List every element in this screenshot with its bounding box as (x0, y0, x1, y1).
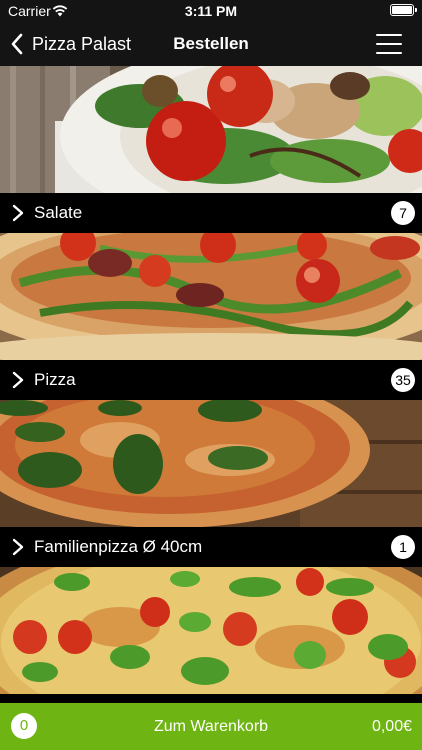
category-item[interactable] (0, 567, 422, 703)
cart-total: 0,00€ (371, 718, 412, 735)
cart-label: Zum Warenkorb (153, 718, 269, 735)
category-bar: Familienpizza Ø 40cm 1 (0, 527, 422, 567)
cart-count-badge: 0 (11, 713, 37, 739)
category-label: Pizza (34, 370, 76, 389)
category-list: Salate 7 Pizza 35 Familienpizza Ø 40cm 1 (0, 66, 422, 703)
category-label: Familienpizza Ø 40cm (34, 537, 203, 556)
margherita-pizza-photo (0, 400, 422, 527)
navigation-bar: Pizza Palast Bestellen (0, 22, 422, 66)
salad-photo (0, 66, 422, 193)
chevron-right-icon (12, 204, 24, 222)
category-item-pizza[interactable]: Pizza 35 (0, 233, 422, 400)
chevron-right-icon (12, 538, 24, 556)
chevron-left-icon (11, 33, 23, 55)
item-count-badge: 1 (391, 535, 415, 559)
hamburger-menu-icon[interactable] (376, 34, 402, 54)
chevron-right-icon (12, 371, 24, 389)
cart-button[interactable]: 0 Zum Warenkorb 0,00€ (0, 703, 422, 750)
arugula-pizza-photo (0, 233, 422, 360)
clock: 3:11 PM (184, 3, 238, 19)
battery-icon (390, 4, 417, 16)
category-bar: Salate 7 (0, 193, 422, 233)
item-count-badge: 35 (391, 368, 415, 392)
item-count-badge: 7 (391, 201, 415, 225)
back-label: Pizza Palast (32, 33, 132, 54)
back-button[interactable]: Pizza Palast (10, 31, 131, 57)
category-label: Salate (34, 203, 83, 222)
basil-tomato-pizza-photo (0, 567, 422, 694)
category-bar: Pizza 35 (0, 360, 422, 400)
category-item-familienpizza[interactable]: Familienpizza Ø 40cm 1 (0, 400, 422, 567)
category-item-salate[interactable]: Salate 7 (0, 66, 422, 233)
category-bar (0, 694, 422, 703)
status-bar: Carrier 3:11 PM (0, 0, 422, 22)
